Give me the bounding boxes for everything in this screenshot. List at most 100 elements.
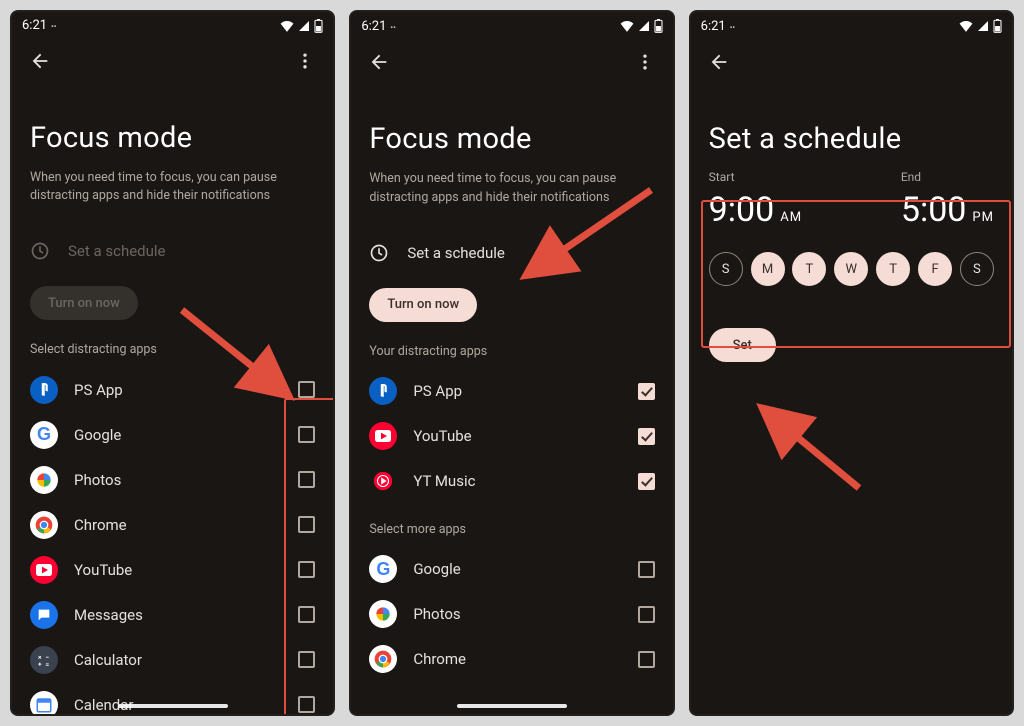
more-button[interactable] [285, 41, 325, 81]
back-button[interactable] [359, 42, 399, 82]
set-schedule-row[interactable]: Set a schedule [30, 228, 315, 274]
app-name-label: YouTube [74, 561, 282, 579]
app-row[interactable]: Calendar [30, 682, 315, 714]
page-title: Focus mode [30, 121, 315, 155]
days-row: SMTWTFS [709, 252, 994, 286]
page-subtitle: When you need time to focus, you can pau… [30, 169, 315, 207]
ps-icon [369, 377, 397, 405]
end-time-value: 5:00 [901, 190, 967, 230]
start-label: Start [709, 170, 802, 184]
battery-icon [654, 19, 663, 33]
app-name-label: Google [413, 560, 621, 578]
app-row[interactable]: Messages [30, 592, 315, 637]
app-checkbox[interactable] [298, 471, 315, 488]
app-checkbox[interactable] [298, 696, 315, 713]
battery-icon [993, 19, 1002, 33]
phone-screen-1: 6:21 Focu [10, 10, 335, 716]
app-checkbox[interactable] [638, 606, 655, 623]
status-time: 6:21 [361, 19, 386, 34]
app-name-label: PS App [74, 381, 282, 399]
more-button[interactable] [625, 42, 665, 82]
set-button[interactable]: Set [709, 328, 776, 362]
app-name-label: YT Music [413, 472, 621, 490]
svg-text:=: = [45, 660, 49, 667]
app-checkbox[interactable] [638, 428, 655, 445]
day-toggle[interactable]: S [960, 252, 994, 286]
app-row[interactable]: ×−+=Calculator [30, 637, 315, 682]
app-checkbox[interactable] [638, 473, 655, 490]
app-name-label: Chrome [413, 650, 621, 668]
schedule-block: Start 9:00 AM End 5:00 PM SMTW [709, 170, 994, 286]
status-time: 6:21 [22, 18, 47, 33]
clock-icon [369, 243, 389, 263]
back-button[interactable] [20, 41, 60, 81]
youtube-icon [30, 556, 58, 584]
status-notif-dots-icon [390, 19, 394, 34]
wifi-icon [620, 20, 634, 32]
section-label-more: Select more apps [369, 522, 654, 537]
app-checkbox[interactable] [638, 383, 655, 400]
wifi-icon [959, 20, 973, 32]
app-checkbox[interactable] [298, 381, 315, 398]
app-row[interactable]: Chrome [30, 502, 315, 547]
signal-icon [638, 20, 650, 32]
google-icon: G [30, 421, 58, 449]
turn-on-now-button[interactable]: Turn on now [30, 286, 138, 320]
day-toggle[interactable]: W [834, 252, 868, 286]
app-row[interactable]: YouTube [30, 547, 315, 592]
signal-icon [977, 20, 989, 32]
app-checkbox[interactable] [298, 561, 315, 578]
day-toggle[interactable]: T [876, 252, 910, 286]
app-row[interactable]: PS App [30, 367, 315, 412]
app-checkbox[interactable] [298, 606, 315, 623]
messages-icon [30, 601, 58, 629]
phone-screen-3: 6:21 Set a schedule [689, 10, 1014, 716]
app-row[interactable]: YouTube [369, 414, 654, 459]
app-row[interactable]: Photos [30, 457, 315, 502]
app-checkbox[interactable] [638, 561, 655, 578]
turn-on-now-button[interactable]: Turn on now [369, 288, 477, 322]
app-row[interactable]: YT Music [369, 459, 654, 504]
start-time-value: 9:00 [709, 190, 775, 230]
set-schedule-row[interactable]: Set a schedule [369, 230, 654, 276]
end-time[interactable]: End 5:00 PM [901, 170, 994, 230]
app-name-label: Photos [74, 471, 282, 489]
app-row[interactable]: PS App [369, 369, 654, 414]
app-row[interactable]: GGoogle [369, 547, 654, 592]
app-bar [351, 40, 672, 84]
day-toggle[interactable]: T [792, 252, 826, 286]
day-toggle[interactable]: M [751, 252, 785, 286]
section-label: Select distracting apps [30, 342, 315, 357]
end-ampm: PM [972, 210, 994, 225]
section-label-selected: Your distracting apps [369, 344, 654, 359]
photos-icon [30, 466, 58, 494]
signal-icon [298, 20, 310, 32]
gesture-nav-bar[interactable] [118, 704, 228, 708]
phone-screen-2: 6:21 Focu [349, 10, 674, 716]
start-time[interactable]: Start 9:00 AM [709, 170, 802, 230]
set-schedule-label: Set a schedule [407, 244, 505, 262]
app-name-label: Messages [74, 606, 282, 624]
battery-icon [314, 19, 323, 33]
app-name-label: Photos [413, 605, 621, 623]
youtube-icon [369, 422, 397, 450]
photos-icon [369, 600, 397, 628]
app-checkbox[interactable] [638, 651, 655, 668]
app-checkbox[interactable] [298, 426, 315, 443]
app-row[interactable]: G Google [30, 412, 315, 457]
app-name-label: Calculator [74, 651, 282, 669]
app-bar [691, 40, 1012, 84]
app-checkbox[interactable] [298, 516, 315, 533]
gesture-nav-bar[interactable] [457, 704, 567, 708]
clock-icon [30, 241, 50, 261]
app-row[interactable]: Chrome [369, 637, 654, 682]
app-bar [12, 39, 333, 82]
app-name-label: Google [74, 426, 282, 444]
wifi-icon [280, 20, 294, 32]
app-row[interactable]: Photos [369, 592, 654, 637]
status-bar: 6:21 [351, 12, 672, 40]
back-button[interactable] [699, 42, 739, 82]
day-toggle[interactable]: S [709, 252, 743, 286]
day-toggle[interactable]: F [918, 252, 952, 286]
app-checkbox[interactable] [298, 651, 315, 668]
